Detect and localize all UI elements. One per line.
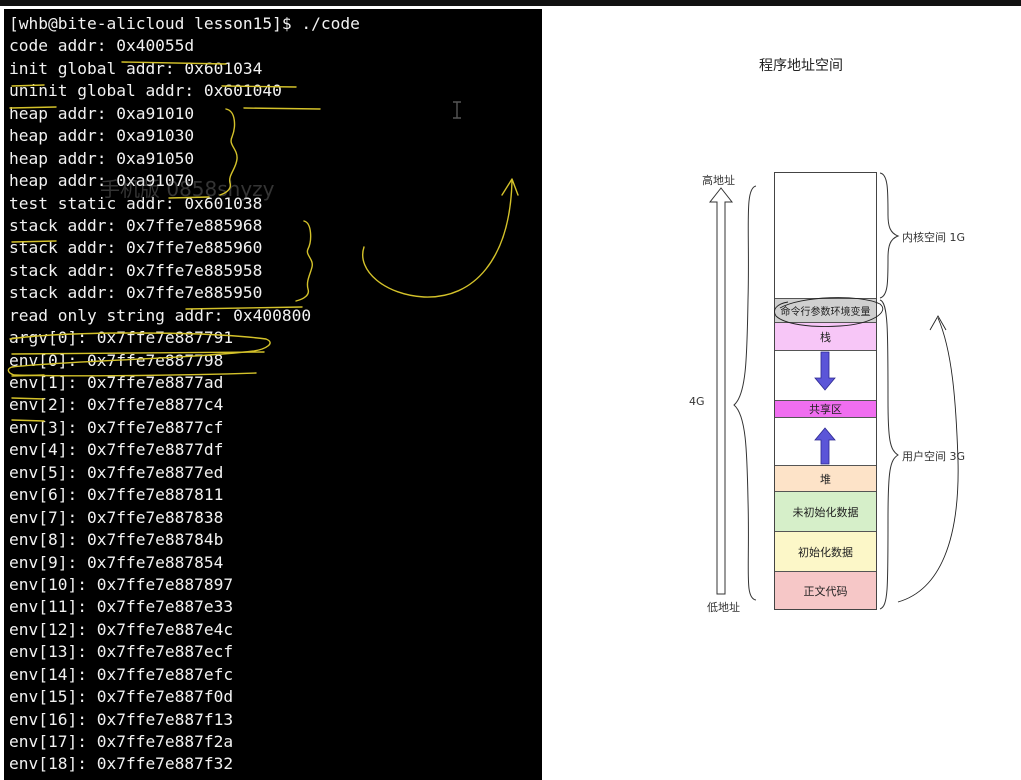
- low-address-label: 低地址: [707, 601, 740, 614]
- segment-stack: 栈: [775, 323, 876, 351]
- terminal-line: env[12]: 0x7ffe7e887e4c: [9, 619, 234, 639]
- segment-heap-gap: [775, 418, 876, 466]
- terminal-line: env[4]: 0x7ffe7e8877df: [9, 440, 224, 460]
- address-space-diagram: 程序地址空间 高地址 低地址 4G 内核空间 1G 用户空间 3G 命令行参数环…: [560, 0, 1021, 780]
- terminal-line: code addr: 0x40055d: [9, 36, 195, 56]
- terminal-line: env[16]: 0x7ffe7e887f13: [9, 709, 234, 729]
- terminal-line: uninit global addr: 0x601040: [9, 81, 282, 101]
- brace-kernel: [879, 172, 900, 299]
- terminal-line: argv[0]: 0x7ffe7e887791: [9, 328, 234, 348]
- terminal-line: env[11]: 0x7ffe7e887e33: [9, 597, 234, 617]
- segment-stack-gap: [775, 351, 876, 401]
- terminal-line: env[3]: 0x7ffe7e8877cf: [9, 417, 224, 437]
- segment-shared: 共享区: [775, 401, 876, 418]
- terminal-line: env[13]: 0x7ffe7e887ecf: [9, 642, 234, 662]
- terminal-line: env[5]: 0x7ffe7e8877ed: [9, 462, 224, 482]
- address-up-arrow-icon: [708, 187, 734, 595]
- terminal-line: env[10]: 0x7ffe7e887897: [9, 574, 234, 594]
- terminal-line: stack addr: 0x7ffe7e885960: [9, 238, 263, 258]
- terminal-line: stack addr: 0x7ffe7e885958: [9, 260, 263, 280]
- terminal-line: env[18]: 0x7ffe7e887f32: [9, 754, 234, 774]
- terminal-line: env[8]: 0x7ffe7e88784b: [9, 530, 224, 550]
- segment-heap: 堆: [775, 466, 876, 492]
- kernel-space-label: 内核空间 1G: [902, 231, 966, 244]
- user-space-label: 用户空间 3G: [902, 450, 966, 463]
- terminal-line: stack addr: 0x7ffe7e885968: [9, 215, 263, 235]
- total-size-label: 4G: [689, 395, 705, 408]
- text-cursor-icon: [453, 101, 461, 119]
- watermark-text: 手机版 0858shyzy: [100, 177, 275, 201]
- terminal-line: env[6]: 0x7ffe7e887811: [9, 485, 224, 505]
- diagram-title: 程序地址空间: [759, 58, 843, 74]
- brace-user: [879, 299, 899, 610]
- terminal-line: env[15]: 0x7ffe7e887f0d: [9, 687, 234, 707]
- segment-kernel: [775, 173, 876, 299]
- terminal-line: stack addr: 0x7ffe7e885950: [9, 283, 263, 303]
- terminal-line: env[2]: 0x7ffe7e8877c4: [9, 395, 224, 415]
- terminal-output: [whb@bite-alicloud lesson15]$ ./code code…: [9, 13, 360, 780]
- terminal-line: heap addr: 0xa91050: [9, 148, 195, 168]
- annotation-curve-arrow: [362, 180, 513, 298]
- annotation-arrowhead: [501, 178, 519, 196]
- segment-text: 正文代码: [775, 572, 876, 609]
- terminal-line: env[7]: 0x7ffe7e887838: [9, 507, 224, 527]
- terminal-line: env[17]: 0x7ffe7e887f2a: [9, 732, 234, 751]
- terminal-line: [whb@bite-alicloud lesson15]$ ./code: [9, 14, 360, 33]
- terminal-line: heap addr: 0xa91010: [9, 103, 195, 123]
- brace-4g: [733, 185, 757, 601]
- terminal-line: heap addr: 0xa91030: [9, 126, 195, 146]
- handwritten-arrowhead: [929, 315, 947, 331]
- terminal-line: env[9]: 0x7ffe7e887854: [9, 552, 224, 572]
- terminal-line: env[1]: 0x7ffe7e8877ad: [9, 373, 224, 392]
- terminal-line: env[0]: 0x7ffe7e887798: [9, 350, 224, 370]
- terminal-window[interactable]: [whb@bite-alicloud lesson15]$ ./code code…: [4, 9, 542, 780]
- memory-block: 命令行参数环境变量 栈 共享区 堆 未初始化数据 初始化数据 正文代码: [774, 172, 877, 610]
- segment-cmdline-env: 命令行参数环境变量: [775, 299, 876, 323]
- segment-bss: 未初始化数据: [775, 492, 876, 532]
- terminal-line: read only string addr: 0x400800: [9, 305, 312, 325]
- terminal-line: env[14]: 0x7ffe7e887efc: [9, 664, 234, 684]
- terminal-line: env[19]: 0x7ffe7e887f41: [9, 776, 360, 780]
- high-address-label: 高地址: [702, 174, 735, 187]
- terminal-line: init global addr: 0x601034: [9, 58, 263, 78]
- segment-data: 初始化数据: [775, 532, 876, 572]
